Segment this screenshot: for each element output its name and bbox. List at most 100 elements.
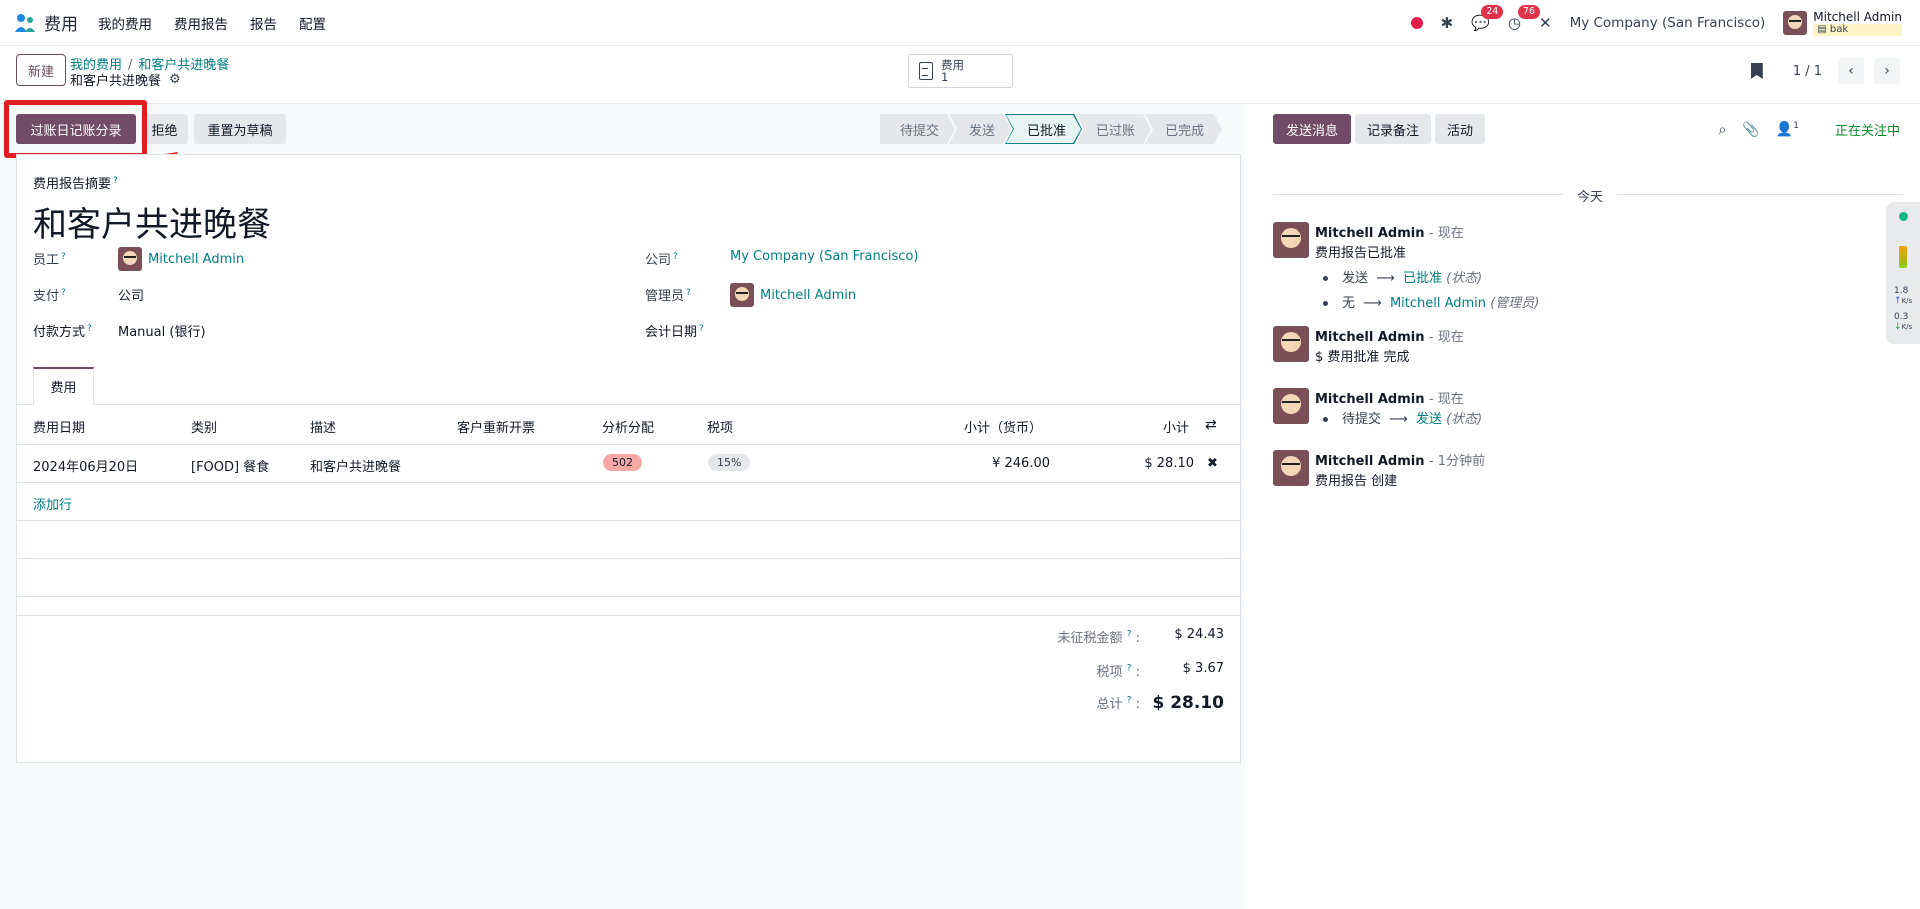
analytic-tag[interactable]: 502 (603, 454, 642, 471)
user-menu[interactable]: Mitchell Admin ▤ bak (1783, 10, 1902, 36)
total-label: 总计 ? : (1096, 695, 1140, 712)
log-note-button[interactable]: 记录备注 (1355, 114, 1431, 144)
search-icon[interactable]: ⌕ (1719, 122, 1727, 138)
expenses-app-icon[interactable]: 费用 (14, 10, 98, 35)
message-avatar[interactable] (1273, 388, 1309, 424)
manager-label: 管理员? (645, 287, 691, 304)
network-speed-widget[interactable]: 1.8 ↑K/s 0.3 ↓K/s (1886, 202, 1920, 344)
pager-value[interactable]: 1 / 1 (1793, 64, 1822, 79)
activities-badge: 76 (1517, 5, 1540, 19)
post-journal-entries-button[interactable]: 过账日记账分录 (16, 114, 136, 144)
th-category[interactable]: 类别 (191, 417, 217, 436)
message-avatar[interactable] (1273, 222, 1309, 258)
th-description[interactable]: 描述 (310, 417, 336, 436)
message-avatar[interactable] (1273, 450, 1309, 486)
following-button[interactable]: 正在关注中 (1835, 120, 1900, 139)
message-body: $ 费用批准 完成 (1315, 350, 1410, 365)
payment-method-label: 付款方式? (33, 323, 92, 340)
new-button[interactable]: 新建 (16, 54, 66, 86)
stage-to-submit[interactable]: 待提交 (880, 114, 955, 144)
app-name[interactable]: 费用 (44, 10, 78, 35)
cell-description[interactable]: 和客户共进晚餐 (310, 456, 401, 475)
message-body: 费用报告已批准 (1315, 246, 1407, 261)
control-panel: 新建 我的费用 / 和客户共进晚餐 和客户共进晚餐 ⚙ 费用 1 1 / 1 ‹ › (0, 46, 1920, 104)
menu-my-expenses[interactable]: 我的费用 (98, 13, 152, 33)
chatter: 发送消息 记录备注 活动 ⌕ 📎 👤1 正在关注中 今天 Mitchell Ad… (1245, 104, 1920, 909)
activities-clock-icon[interactable]: ◷ 76 (1508, 5, 1540, 32)
message-body: 费用报告 创建 (1315, 474, 1398, 489)
th-subtotal[interactable]: 小计 (1163, 417, 1189, 436)
messages-icon[interactable]: 💬 24 (1471, 5, 1504, 32)
refuse-button[interactable]: 拒绝 (141, 114, 188, 144)
menu-configuration[interactable]: 配置 (299, 13, 326, 33)
expenses-smart-button[interactable]: 费用 1 (908, 54, 1013, 88)
optional-columns-icon[interactable]: ⇄ (1205, 417, 1217, 433)
user-avatar (1783, 11, 1808, 35)
stage-submitted[interactable]: 发送 (949, 114, 1011, 144)
tax-label: 税项 ? : (1096, 663, 1140, 680)
th-date[interactable]: 费用日期 (33, 417, 85, 436)
employee-label: 员工? (33, 251, 66, 268)
pager-next-button[interactable]: › (1874, 58, 1900, 84)
cell-category[interactable]: [FOOD] 餐食 (191, 456, 269, 475)
th-reinvoice[interactable]: 客户重新开票 (457, 417, 535, 436)
manager-avatar (730, 283, 754, 307)
database-name: ▤ bak (1813, 23, 1902, 36)
cell-subtotal: $ 28.10 (1144, 456, 1194, 471)
table-row[interactable]: 2024年06月20日 [FOOD] 餐食 和客户共进晚餐 502 15% ¥ … (17, 445, 1242, 483)
menu-expense-reports[interactable]: 费用报告 (174, 13, 228, 33)
status-bar: 待提交 发送 已批准 已过账 已完成 (880, 114, 1222, 144)
totals-divider (17, 615, 1242, 616)
manager-field[interactable]: Mitchell Admin (730, 283, 856, 307)
paid-by-label: 支付? (33, 287, 66, 304)
document-icon (919, 62, 933, 80)
th-taxes[interactable]: 税项 (707, 417, 733, 436)
menu-reporting[interactable]: 报告 (250, 13, 277, 33)
stage-done[interactable]: 已完成 (1145, 114, 1222, 144)
th-subtotal-currency[interactable]: 小计（货币） (964, 417, 1042, 436)
reset-to-draft-button[interactable]: 重置为草稿 (194, 114, 286, 144)
pager-prev-button[interactable]: ‹ (1838, 58, 1864, 84)
add-line-link[interactable]: 添加行 (33, 494, 72, 513)
summary-value[interactable]: 和客户共进晚餐 (33, 197, 271, 246)
top-navbar: 费用 我的费用 费用报告 报告 配置 ✱ 💬 24 ◷ 76 ✕ My Compan… (0, 0, 1920, 46)
gear-icon[interactable]: ⚙ (169, 72, 181, 87)
company-value[interactable]: My Company (San Francisco) (730, 249, 918, 264)
stage-approved[interactable]: 已批准 (1005, 114, 1082, 144)
empty-row (17, 559, 1242, 597)
tools-icon[interactable]: ✕ (1539, 14, 1552, 32)
bookmark-icon[interactable] (1750, 63, 1763, 79)
employee-field[interactable]: Mitchell Admin (118, 247, 244, 271)
stage-posted[interactable]: 已过账 (1076, 114, 1151, 144)
company-switcher[interactable]: My Company (San Francisco) (1570, 15, 1766, 31)
tab-expenses[interactable]: 费用 (33, 367, 94, 405)
cell-date[interactable]: 2024年06月20日 (33, 456, 138, 475)
bug-icon[interactable]: ✱ (1441, 14, 1454, 32)
delete-row-icon[interactable]: ✖ (1207, 456, 1218, 471)
th-analytic[interactable]: 分析分配 (602, 417, 654, 436)
paid-by-value[interactable]: 公司 (118, 285, 144, 304)
recording-indicator-icon[interactable] (1410, 17, 1423, 29)
untaxed-label: 未征税金额 ? : (1057, 629, 1140, 646)
chevron-left-icon: ‹ (1848, 63, 1854, 79)
send-message-button[interactable]: 发送消息 (1273, 114, 1351, 144)
activities-button[interactable]: 活动 (1435, 114, 1485, 144)
tracking-change: 待提交 ⟶ 发送 (状态) (1323, 408, 1482, 427)
payment-method-value[interactable]: Manual (银行) (118, 321, 206, 340)
message-avatar[interactable] (1273, 326, 1309, 362)
download-speed: 0.3 ↓K/s (1894, 312, 1913, 332)
message-author: Mitchell Admin - 现在 (1315, 226, 1464, 241)
smart-button-count: 1 (941, 70, 949, 84)
messages-badge: 24 (1481, 5, 1504, 19)
employee-value[interactable]: Mitchell Admin (148, 252, 244, 267)
add-line-row: 添加行 (17, 483, 1242, 521)
status-dot-icon (1899, 212, 1908, 221)
manager-value[interactable]: Mitchell Admin (760, 288, 856, 303)
followers-icon[interactable]: 👤1 (1776, 121, 1799, 138)
paperclip-icon[interactable]: 📎 (1742, 122, 1759, 138)
summary-label: 费用报告摘要? (33, 175, 118, 192)
record-title-text: 和客户共进晚餐 (70, 74, 162, 89)
tax-tag[interactable]: 15% (708, 454, 751, 471)
pager: 1 / 1 ‹ › (1750, 58, 1900, 84)
company-label: 公司? (645, 251, 678, 268)
